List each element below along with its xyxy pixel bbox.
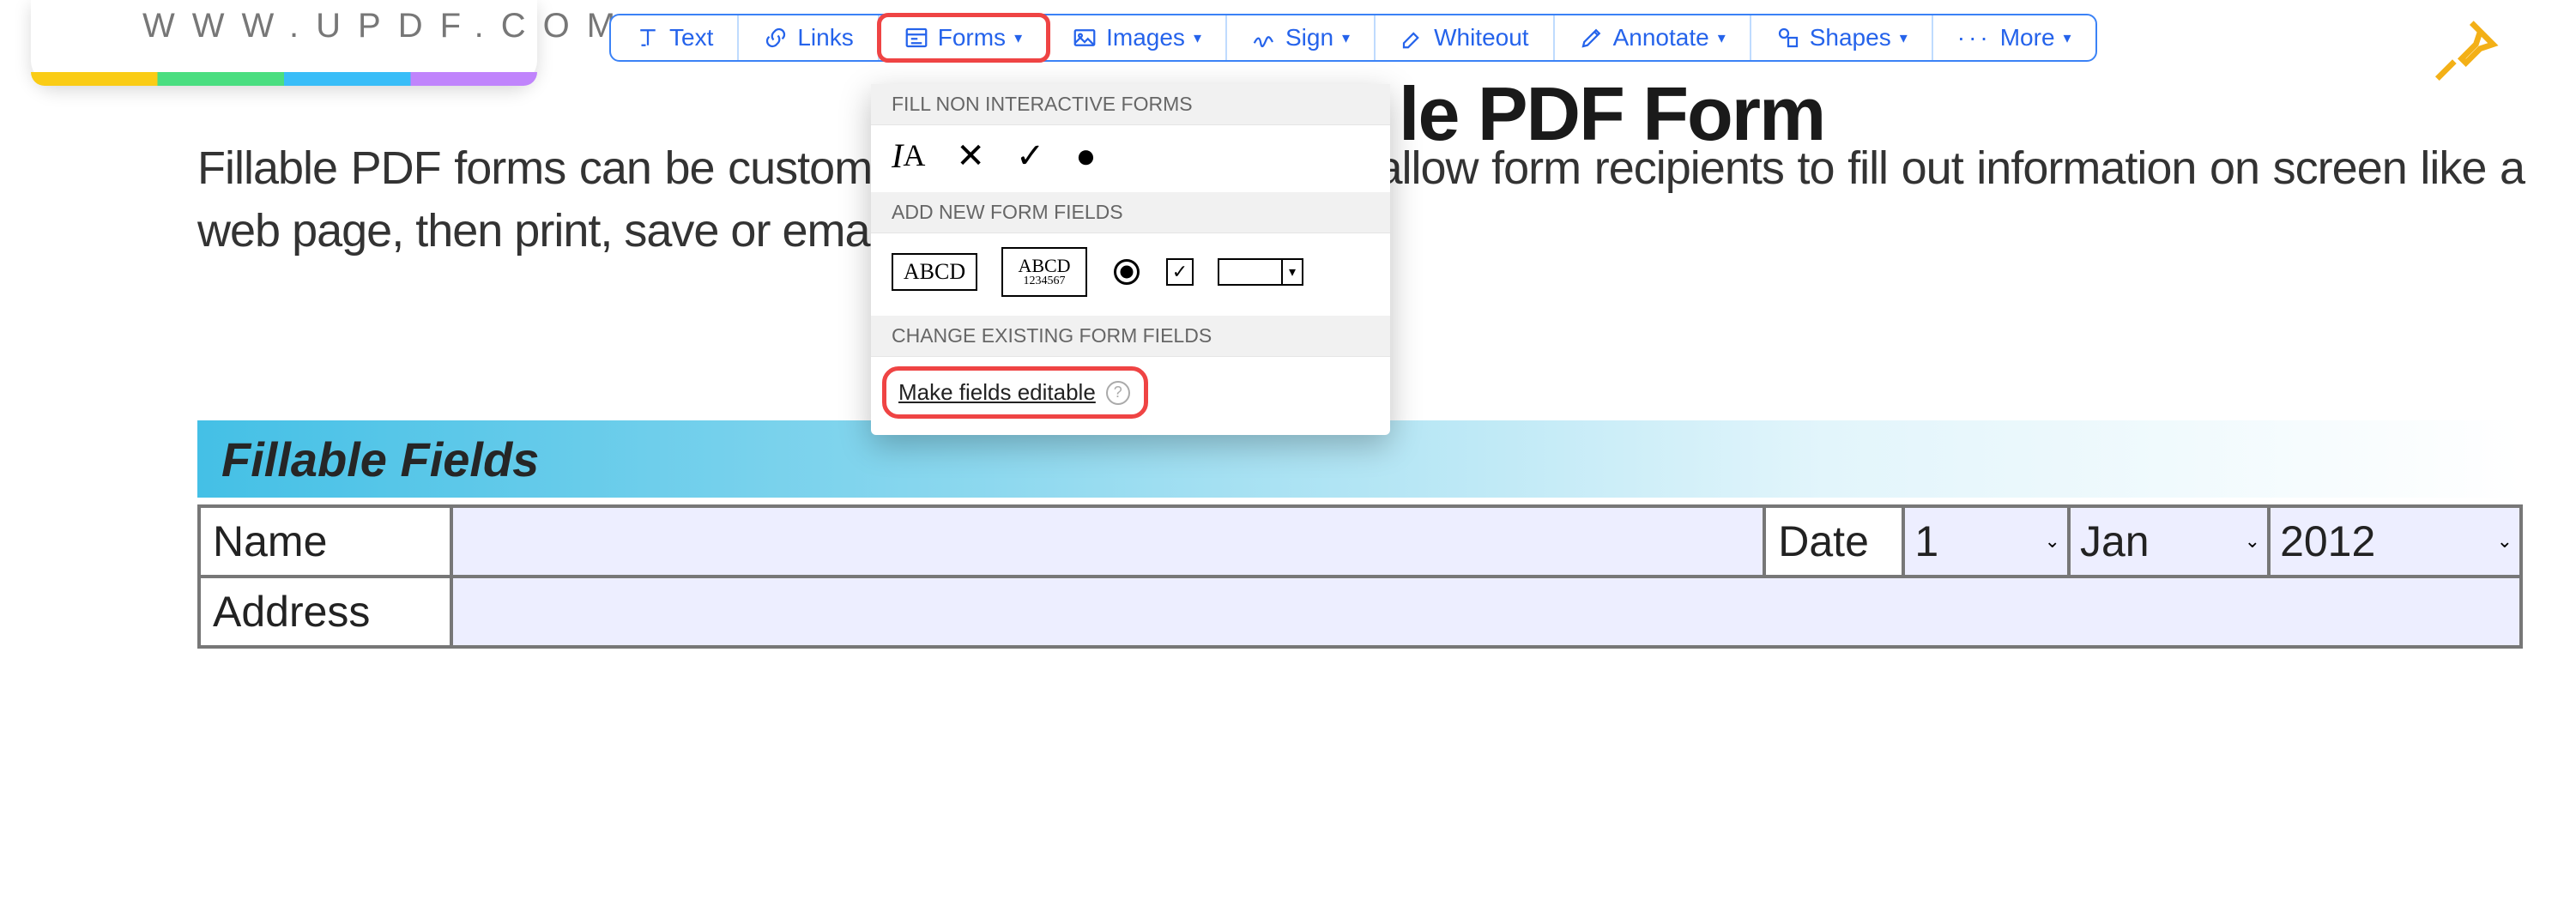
date-year-value: 2012: [2271, 517, 2375, 565]
images-tool-button[interactable]: Images ▾: [1048, 15, 1227, 60]
date-day-value: 1: [1906, 517, 1938, 565]
forms-tool-label: Forms: [938, 24, 1006, 51]
annotate-tool-label: Annotate: [1613, 24, 1709, 51]
whiteout-tool-label: Whiteout: [1434, 24, 1529, 51]
forms-dropdown: FILL NON INTERACTIVE FORMS IA ✕ ✓ ● ADD …: [871, 84, 1390, 435]
sign-tool-button[interactable]: Sign ▾: [1227, 15, 1376, 60]
table-row: Name Date 1 ⌄ Jan ⌄ 2012 ⌄: [199, 506, 2521, 577]
sign-icon: [1251, 25, 1277, 51]
text-tool-button[interactable]: Text: [611, 15, 739, 60]
whiteout-tool-button[interactable]: Whiteout: [1376, 15, 1555, 60]
images-tool-label: Images: [1106, 24, 1185, 51]
make-fields-editable-row: Make fields editable ?: [886, 371, 1144, 414]
date-year-select[interactable]: 2012 ⌄: [2269, 506, 2521, 577]
chevron-down-icon: ▾: [1194, 29, 1201, 47]
add-multiline-top: ABCD: [1018, 257, 1070, 275]
chevron-down-icon: ▾: [1718, 29, 1726, 47]
add-textfield-tool[interactable]: ABCD: [892, 253, 977, 291]
annotate-icon: [1579, 25, 1605, 51]
dropdown-section3-header: CHANGE EXISTING FORM FIELDS: [871, 316, 1390, 357]
chevron-down-icon: ⌄: [2045, 530, 2060, 553]
chevron-down-icon: ▾: [2064, 29, 2071, 47]
sign-tool-label: Sign: [1285, 24, 1333, 51]
fill-check-tool[interactable]: ✓: [1016, 139, 1045, 173]
forms-icon: [904, 25, 929, 51]
chevron-down-icon: ▾: [1900, 29, 1908, 47]
more-icon: ···: [1957, 24, 1992, 51]
chevron-down-icon: ⌄: [2245, 530, 2260, 553]
dropdown-section1-header: FILL NON INTERACTIVE FORMS: [871, 84, 1390, 125]
date-label: Date: [1764, 506, 1903, 577]
address-label: Address: [199, 577, 451, 647]
logo-banner: WWW.UPDF.COM: [31, 0, 537, 86]
pin-icon[interactable]: [2430, 17, 2499, 86]
chevron-down-icon: ▾: [1342, 29, 1350, 47]
dropdown-section2-header: ADD NEW FORM FIELDS: [871, 192, 1390, 233]
links-tool-button[interactable]: Links: [739, 15, 879, 60]
form-table: Name Date 1 ⌄ Jan ⌄ 2012 ⌄ Address: [197, 504, 2523, 649]
logo-color-bar: [31, 72, 537, 86]
main-toolbar: Text Links Forms ▾ Images ▾ Sign ▾ White…: [609, 14, 2097, 62]
name-label: Name: [199, 506, 451, 577]
link-icon: [763, 25, 789, 51]
add-multiline-tool[interactable]: ABCD 1234567: [1001, 247, 1087, 297]
text-icon: [635, 25, 661, 51]
shapes-tool-button[interactable]: Shapes ▾: [1751, 15, 1933, 60]
fill-text-tool[interactable]: IA: [892, 139, 925, 173]
help-icon[interactable]: ?: [1106, 381, 1130, 405]
logo-url-text: WWW.UPDF.COM: [142, 7, 632, 45]
address-input[interactable]: [451, 577, 2521, 647]
fill-dot-tool[interactable]: ●: [1075, 139, 1096, 173]
date-day-select[interactable]: 1 ⌄: [1903, 506, 2069, 577]
annotate-tool-button[interactable]: Annotate ▾: [1555, 15, 1751, 60]
whiteout-icon: [1400, 25, 1425, 51]
table-row: Address: [199, 577, 2521, 647]
fillable-fields-header-label: Fillable Fields: [221, 432, 539, 487]
shapes-icon: [1775, 25, 1801, 51]
add-radio-tool[interactable]: [1111, 257, 1142, 287]
more-tool-label: More: [2000, 24, 2055, 51]
dropdown-section1-body: IA ✕ ✓ ●: [871, 125, 1390, 192]
name-input[interactable]: [451, 506, 1764, 577]
fill-cross-tool[interactable]: ✕: [956, 139, 985, 173]
date-month-value: Jan: [2071, 517, 2150, 565]
chevron-down-icon: ▾: [1281, 260, 1302, 284]
more-tool-button[interactable]: ··· More ▾: [1933, 15, 2095, 60]
shapes-tool-label: Shapes: [1810, 24, 1891, 51]
images-icon: [1072, 25, 1098, 51]
dropdown-section2-body: ABCD ABCD 1234567 ✓ ▾: [871, 233, 1390, 316]
links-tool-label: Links: [797, 24, 853, 51]
date-month-select[interactable]: Jan ⌄: [2069, 506, 2269, 577]
forms-tool-button[interactable]: Forms ▾: [880, 15, 1048, 60]
chevron-down-icon: ▾: [1014, 29, 1022, 47]
text-tool-label: Text: [669, 24, 713, 51]
add-combobox-tool[interactable]: ▾: [1218, 258, 1303, 286]
chevron-down-icon: ⌄: [2497, 530, 2513, 553]
add-checkbox-tool[interactable]: ✓: [1166, 258, 1194, 286]
add-multiline-bottom: 1234567: [1024, 275, 1066, 287]
make-fields-editable-link[interactable]: Make fields editable: [898, 379, 1096, 406]
